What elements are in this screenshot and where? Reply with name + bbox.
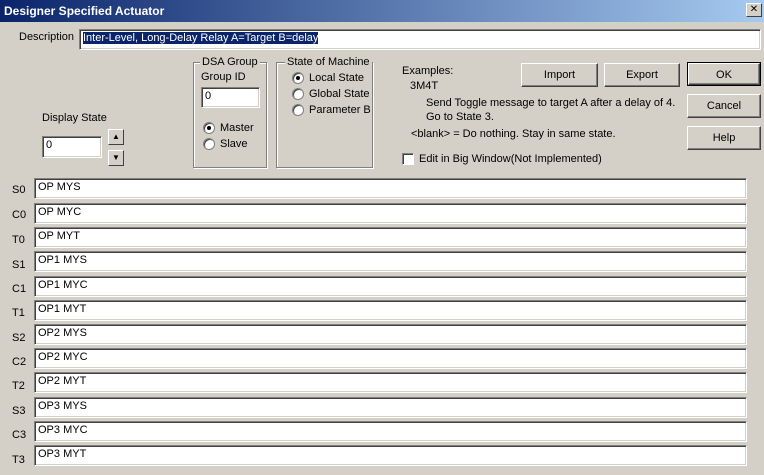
display-state-input[interactable]: 0 <box>42 136 102 158</box>
ok-button[interactable]: OK <box>687 62 761 86</box>
radio-global-state[interactable]: Global State <box>292 88 370 100</box>
import-button[interactable]: Import <box>521 63 598 87</box>
row-label-t1: T1 <box>12 307 25 319</box>
radio-parameter-b-label: Parameter B <box>309 104 371 116</box>
row-input-s1[interactable]: OP1 MYS <box>34 251 747 272</box>
export-button[interactable]: Export <box>604 63 680 87</box>
examples-line-2: Go to State 3. <box>426 111 494 123</box>
radio-parameter-b-indicator <box>292 104 304 116</box>
description-label: Description <box>19 31 75 43</box>
row-input-c1[interactable]: OP1 MYC <box>34 276 747 297</box>
row-input-t3[interactable]: OP3 MYT <box>34 445 747 466</box>
row-label-c1: C1 <box>12 283 27 295</box>
row-input-t0[interactable]: OP MYT <box>34 227 747 248</box>
big-window-label: Edit in Big Window(Not Implemented) <box>419 153 602 165</box>
display-state-down-button[interactable]: ▼ <box>108 150 124 166</box>
examples-line-1: Send Toggle message to target A after a … <box>426 97 676 109</box>
group-id-input[interactable]: 0 <box>201 87 260 108</box>
row-label-c0: C0 <box>12 209 27 221</box>
radio-local-state[interactable]: Local State <box>292 72 364 84</box>
display-state-up-button[interactable]: ▲ <box>108 129 124 145</box>
row-label-c3: C3 <box>12 429 27 441</box>
radio-local-state-label: Local State <box>309 72 365 84</box>
arrow-up-icon: ▲ <box>112 132 120 141</box>
description-input[interactable]: Inter-Level, Long-Delay Relay A=Target B… <box>79 29 761 50</box>
row-label-t0: T0 <box>12 234 25 246</box>
big-window-checkbox[interactable] <box>402 153 414 165</box>
radio-slave[interactable]: Slave <box>203 138 248 150</box>
row-input-c3[interactable]: OP3 MYC <box>34 421 747 442</box>
close-button[interactable]: ✕ <box>746 3 762 17</box>
examples-code: 3M4T <box>410 80 439 92</box>
row-input-s0[interactable]: OP MYS <box>34 178 747 199</box>
radio-slave-indicator <box>203 138 215 150</box>
window-title: Designer Specified Actuator <box>4 4 165 18</box>
row-input-c0[interactable]: OP MYC <box>34 203 747 224</box>
row-input-s2[interactable]: OP2 MYS <box>34 324 747 345</box>
state-of-machine-legend: State of Machine <box>285 56 372 68</box>
radio-global-state-indicator <box>292 88 304 100</box>
help-button[interactable]: Help <box>687 126 761 150</box>
row-label-c2: C2 <box>12 356 27 368</box>
close-icon: ✕ <box>749 4 759 15</box>
radio-local-state-indicator <box>292 72 304 84</box>
row-label-s3: S3 <box>12 405 26 417</box>
display-state-label: Display State <box>42 112 107 124</box>
row-input-t1[interactable]: OP1 MYT <box>34 300 747 321</box>
examples-blank-note: <blank> = Do nothing. Stay in same state… <box>411 128 616 140</box>
radio-master-label: Master <box>220 122 254 134</box>
radio-global-state-label: Global State <box>309 88 370 100</box>
row-label-s0: S0 <box>12 184 26 196</box>
row-input-s3[interactable]: OP3 MYS <box>34 397 747 418</box>
row-label-t2: T2 <box>12 380 25 392</box>
radio-master-indicator <box>203 122 215 134</box>
row-label-s1: S1 <box>12 259 26 271</box>
row-label-t3: T3 <box>12 454 25 466</box>
arrow-down-icon: ▼ <box>112 153 120 162</box>
examples-heading: Examples: <box>402 65 454 77</box>
radio-slave-label: Slave <box>220 138 248 150</box>
dsa-group-legend: DSA Group <box>200 56 260 68</box>
radio-master[interactable]: Master <box>203 122 254 134</box>
cancel-button[interactable]: Cancel <box>687 94 761 118</box>
row-input-t2[interactable]: OP2 MYT <box>34 372 747 393</box>
group-id-label: Group ID <box>201 71 246 83</box>
row-input-c2[interactable]: OP2 MYC <box>34 348 747 369</box>
row-label-s2: S2 <box>12 332 26 344</box>
radio-parameter-b[interactable]: Parameter B <box>292 104 371 116</box>
title-bar: Designer Specified Actuator ✕ <box>0 0 764 22</box>
description-value: Inter-Level, Long-Delay Relay A=Target B… <box>83 32 319 44</box>
